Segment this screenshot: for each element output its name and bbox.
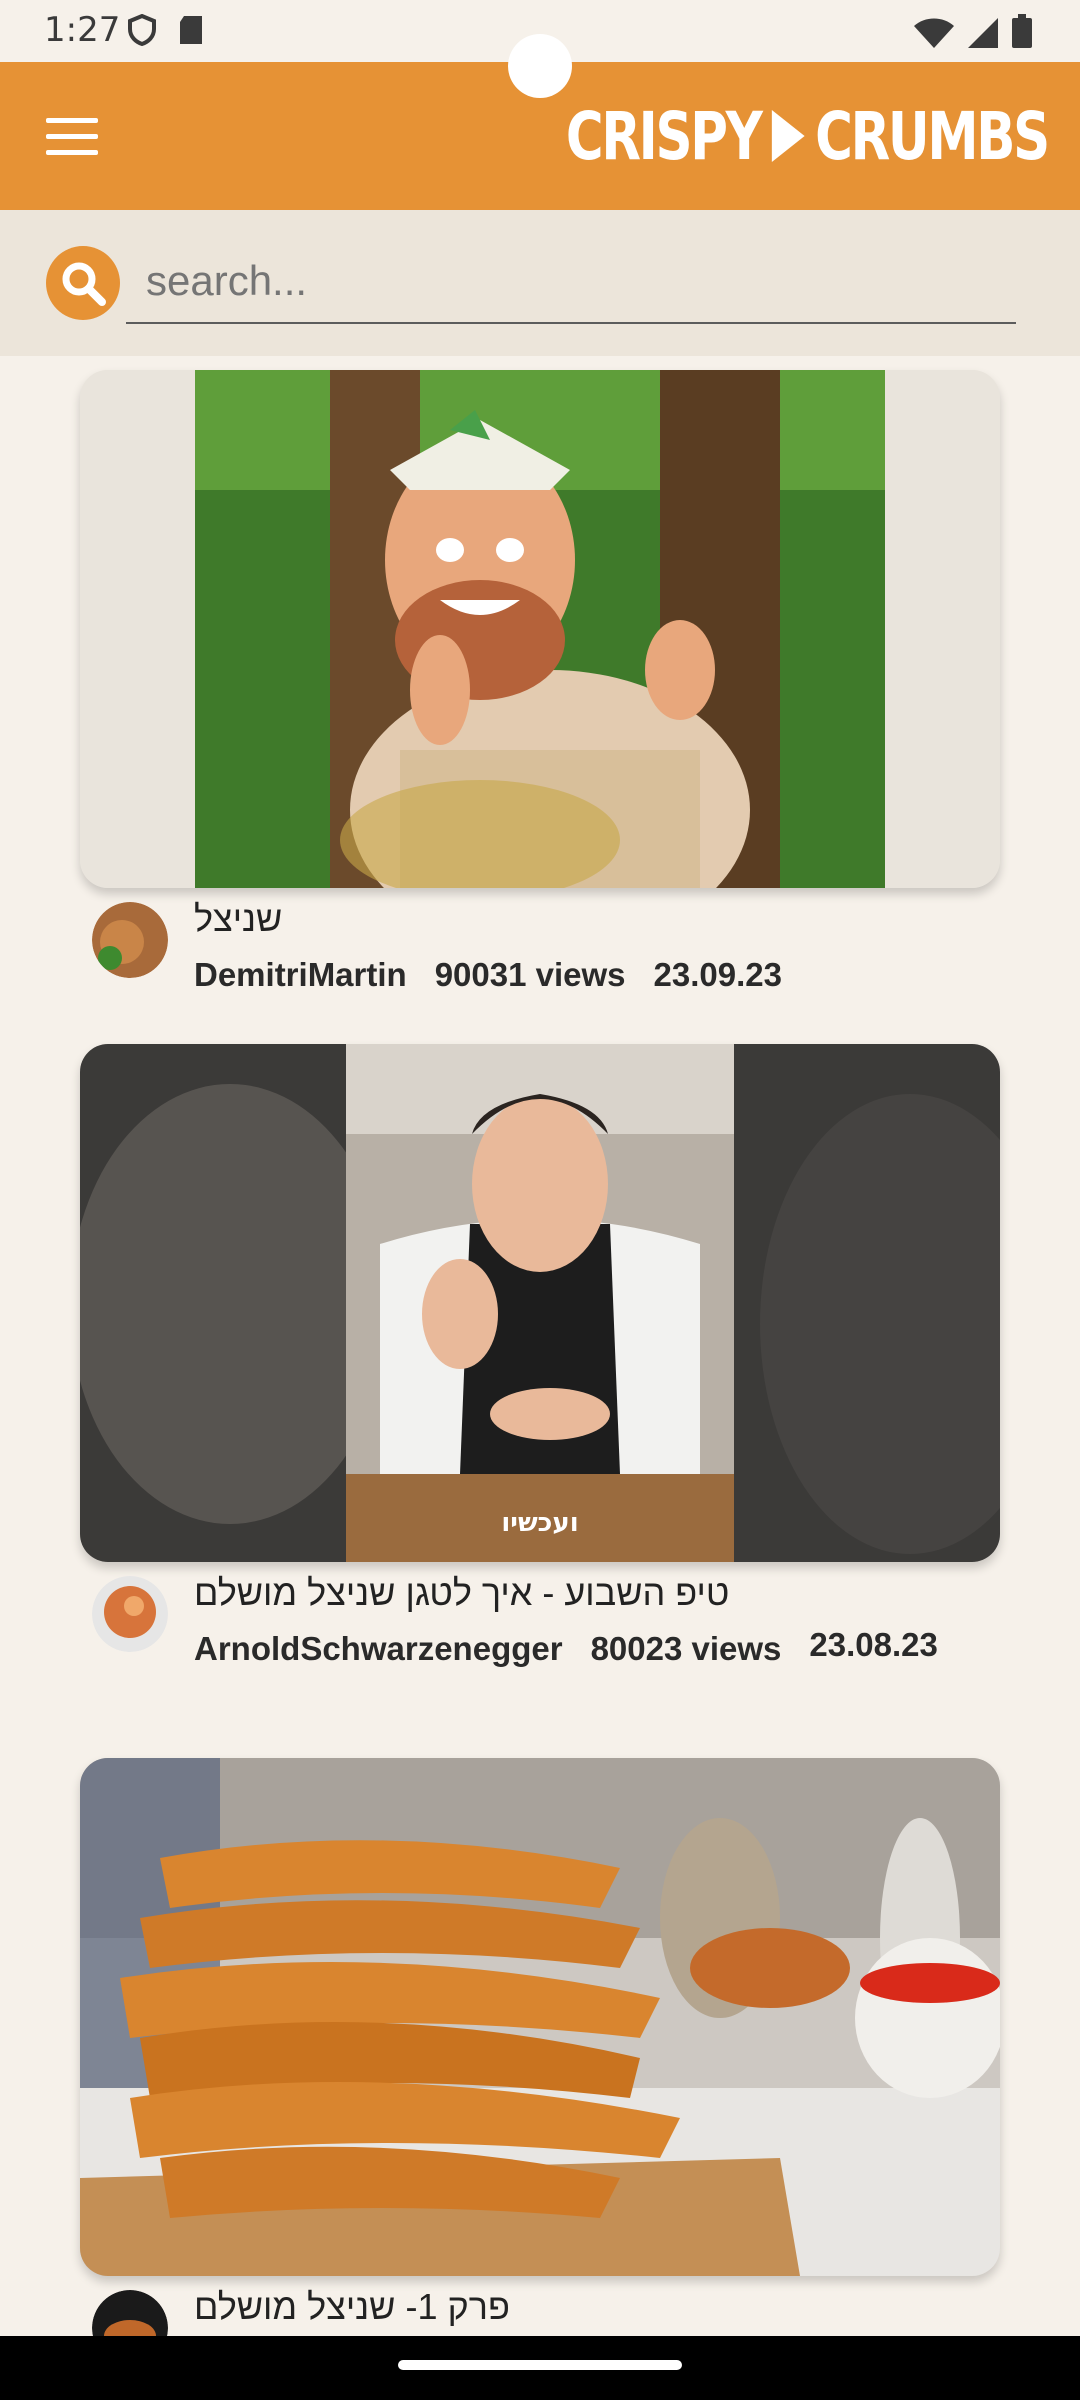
schnitzel-thumbnail-image xyxy=(80,1758,1000,2276)
avatar[interactable] xyxy=(92,902,168,978)
camera-cutout xyxy=(508,34,572,98)
video-author[interactable]: DemitriMartin xyxy=(194,956,407,994)
avatar[interactable] xyxy=(92,2290,168,2336)
app-logo: CRISPY CRUMBS xyxy=(566,94,1050,178)
video-thumbnail[interactable] xyxy=(80,370,1000,888)
home-gesture-handle[interactable] xyxy=(398,2360,682,2370)
search-input[interactable] xyxy=(126,240,1016,324)
video-views: 90031 views xyxy=(434,956,626,993)
video-card[interactable]: שניצל DemitriMartin 90031 views 23.09.23 xyxy=(80,370,1000,998)
svg-text:ועכשיו: ועכשיו xyxy=(501,1508,578,1538)
avatar[interactable] xyxy=(92,1576,168,1652)
search-bar xyxy=(0,210,1080,356)
chef-thumbnail-image: ועכשיו xyxy=(80,1044,1000,1562)
logo-text-left: CRISPY xyxy=(566,97,763,175)
search-icon[interactable] xyxy=(46,246,120,320)
wifi-icon xyxy=(914,18,954,48)
shield-icon xyxy=(128,14,156,46)
video-card[interactable]: פרק 1- שניצל מושלם xyxy=(80,1758,1000,2336)
logo-text-right: CRUMBS xyxy=(815,97,1050,175)
cartoon-thumbnail-image xyxy=(80,370,1000,888)
system-navigation-bar xyxy=(0,2336,1080,2400)
play-icon xyxy=(771,110,805,162)
video-thumbnail[interactable] xyxy=(80,1758,1000,2276)
video-date: 23.08.23 xyxy=(809,1626,938,1663)
video-card[interactable]: ועכשיו טיפ השבוע - איך לטגן שניצל מושלם … xyxy=(80,1044,1000,1672)
video-author[interactable]: ArnoldSchwarzenegger xyxy=(194,1630,563,1668)
hamburger-menu-icon[interactable] xyxy=(46,118,98,158)
signal-icon xyxy=(968,18,998,48)
sd-card-icon xyxy=(180,16,202,44)
video-title[interactable]: טיפ השבוע - איך לטגן שניצל מושלם xyxy=(194,1572,729,1614)
video-thumbnail[interactable]: ועכשיו xyxy=(80,1044,1000,1562)
video-title[interactable]: שניצל xyxy=(194,898,282,940)
video-feed[interactable]: שניצל DemitriMartin 90031 views 23.09.23 xyxy=(0,356,1080,2336)
status-time: 1:27 xyxy=(44,10,121,50)
video-date: 23.09.23 xyxy=(653,956,783,993)
battery-icon xyxy=(1012,14,1032,48)
video-views: 80023 views xyxy=(590,1630,782,1667)
video-title[interactable]: פרק 1- שניצל מושלם xyxy=(194,2286,510,2328)
